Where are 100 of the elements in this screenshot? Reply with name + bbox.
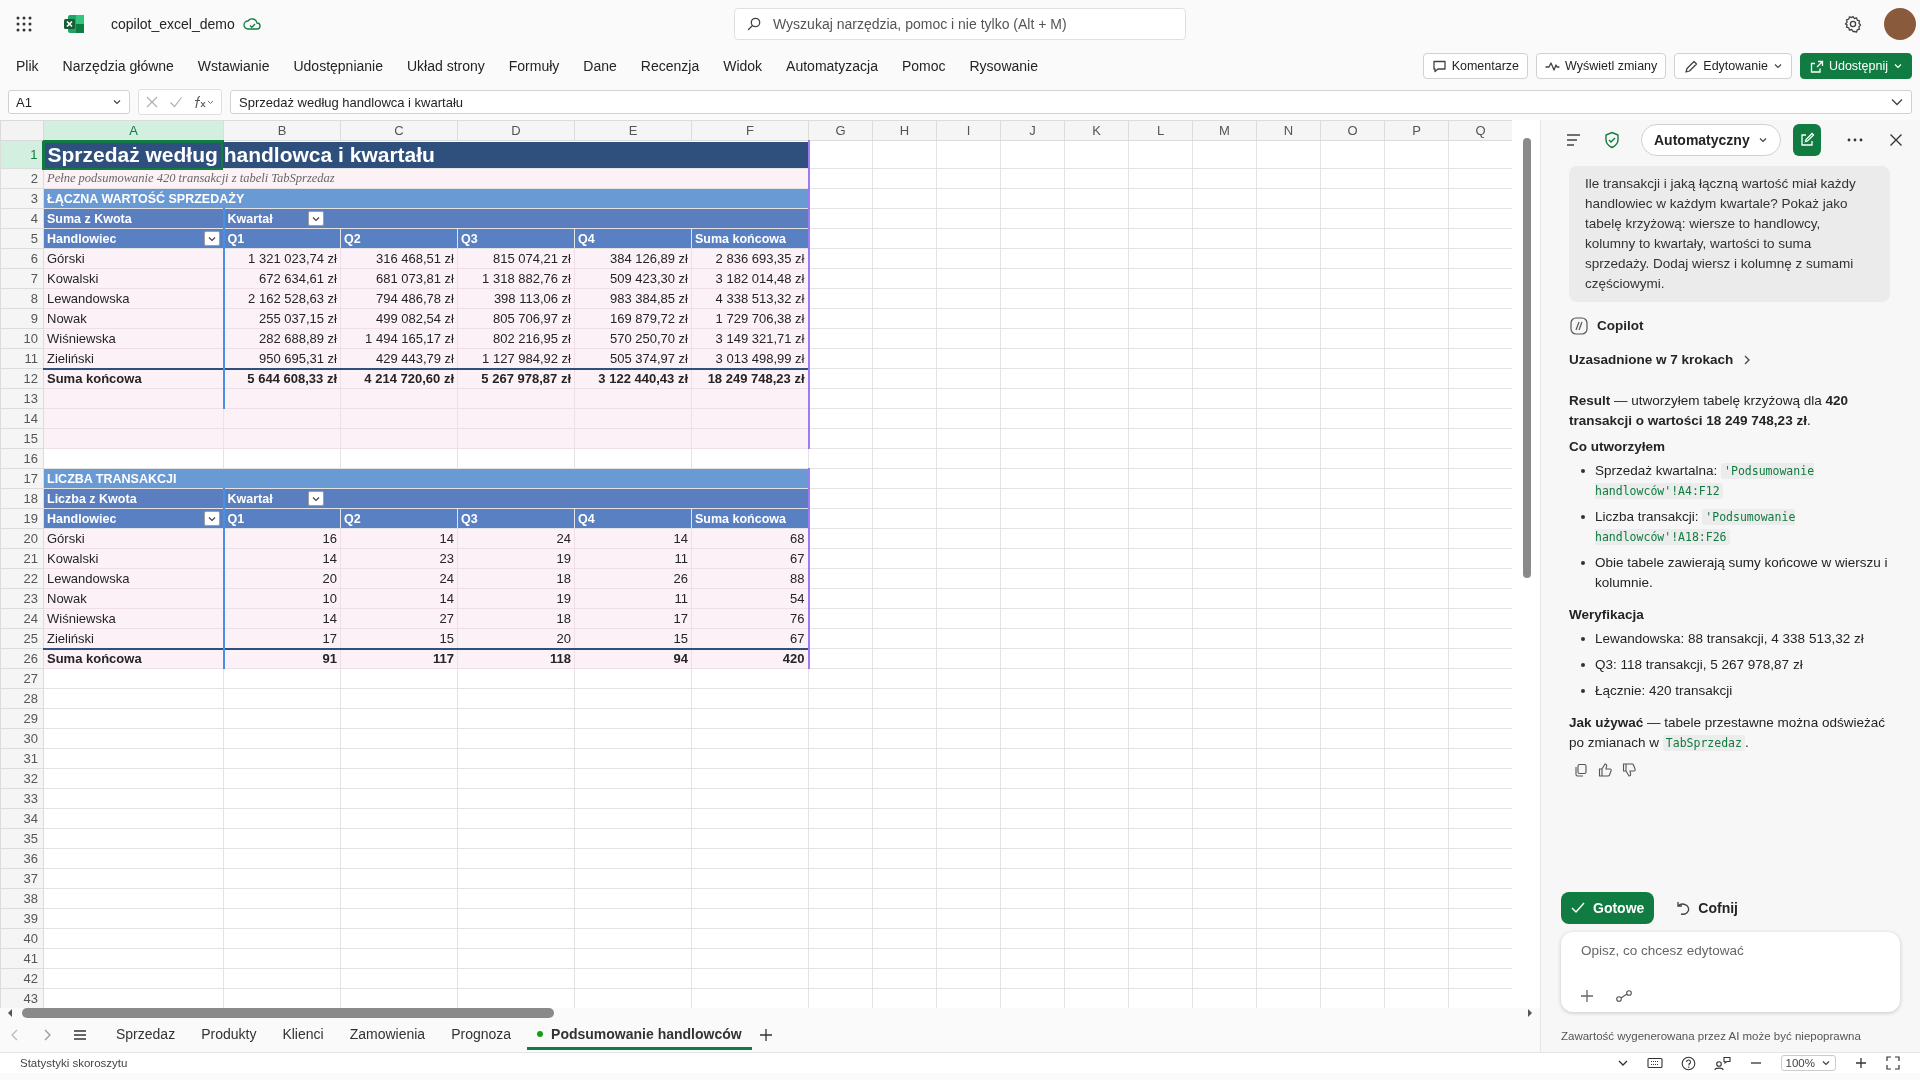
scroll-left-icon[interactable] — [6, 1008, 14, 1018]
row-header[interactable]: 16 — [0, 448, 44, 469]
prompt-input[interactable]: Opisz, co chcesz edytować — [1579, 942, 1882, 959]
ribbon-tab[interactable]: Pomoc — [895, 52, 952, 80]
row-header[interactable]: 9 — [0, 308, 44, 329]
column-header[interactable]: O — [1320, 120, 1385, 141]
column-header[interactable]: N — [1256, 120, 1321, 141]
row-header[interactable]: 30 — [0, 728, 44, 749]
scrollbar-thumb[interactable] — [22, 1008, 554, 1018]
row-header[interactable]: 29 — [0, 708, 44, 729]
fullscreen-icon[interactable] — [1886, 1056, 1900, 1070]
row-header[interactable]: 6 — [0, 248, 44, 269]
row-header[interactable]: 26 — [0, 648, 44, 669]
column-header[interactable]: B — [223, 120, 341, 141]
workbook-statistics-link[interactable]: Statystyki skoroszytu — [20, 1057, 128, 1069]
changes-button[interactable]: Wyświetl zmiany — [1536, 53, 1667, 79]
sheet-tab[interactable]: Klienci — [272, 1020, 334, 1050]
keyboard-icon[interactable] — [1646, 1057, 1663, 1069]
row-header[interactable]: 17 — [0, 468, 44, 489]
row-header[interactable]: 42 — [0, 968, 44, 989]
row-header[interactable]: 20 — [0, 528, 44, 549]
zoom-in-icon[interactable] — [1854, 1056, 1868, 1070]
row-header[interactable]: 21 — [0, 548, 44, 569]
ribbon-tab[interactable]: Recenzja — [634, 52, 706, 80]
thumbs-up-icon[interactable] — [1598, 763, 1612, 777]
zoom-dropdown[interactable]: 100% — [1780, 1055, 1836, 1071]
column-header[interactable]: A — [43, 120, 224, 141]
sheet-tab[interactable]: Prognoza — [441, 1020, 522, 1050]
sheet-tab[interactable]: Podsumowanie handlowców — [527, 1020, 752, 1050]
column-header[interactable]: M — [1192, 120, 1257, 141]
column-header[interactable]: G — [808, 120, 873, 141]
app-launcher-icon[interactable] — [15, 15, 33, 33]
editing-button[interactable]: Edytowanie — [1674, 53, 1792, 79]
row-header[interactable]: 10 — [0, 328, 44, 349]
sheet-tab[interactable]: Zamowienia — [339, 1020, 436, 1050]
row-header[interactable]: 38 — [0, 888, 44, 909]
column-header[interactable]: Q — [1448, 120, 1512, 141]
column-header[interactable]: E — [574, 120, 692, 141]
column-header[interactable]: P — [1384, 120, 1449, 141]
filter-dropdown-button[interactable] — [203, 511, 220, 526]
column-header[interactable]: H — [872, 120, 937, 141]
row-header[interactable]: 43 — [0, 988, 44, 1008]
help-icon[interactable] — [1680, 1055, 1696, 1071]
row-header[interactable]: 12 — [0, 368, 44, 389]
row-header[interactable]: 34 — [0, 808, 44, 829]
column-header[interactable]: I — [936, 120, 1001, 141]
chevron-down-icon[interactable] — [1616, 1058, 1629, 1068]
file-name[interactable]: copilot_excel_demo — [111, 16, 235, 32]
copy-icon[interactable] — [1574, 763, 1588, 777]
column-header[interactable]: L — [1128, 120, 1193, 141]
settings-icon[interactable] — [1844, 15, 1862, 33]
row-header[interactable]: 19 — [0, 508, 44, 529]
row-header[interactable]: 41 — [0, 948, 44, 969]
ribbon-tab[interactable]: Formuły — [502, 52, 566, 80]
row-header[interactable]: 32 — [0, 768, 44, 789]
column-header[interactable]: K — [1064, 120, 1129, 141]
ribbon-tab[interactable]: Automatyzacja — [780, 52, 884, 80]
row-header[interactable]: 18 — [0, 488, 44, 509]
sheet-tab[interactable]: Produkty — [191, 1020, 267, 1050]
ribbon-tab[interactable]: Wstawianie — [191, 52, 276, 80]
row-header[interactable]: 36 — [0, 848, 44, 869]
row-header[interactable]: 23 — [0, 588, 44, 609]
row-header[interactable]: 2 — [0, 168, 44, 189]
add-sheet-icon[interactable] — [757, 1027, 774, 1043]
formula-input[interactable]: Sprzedaż według handlowca i kwartału — [230, 90, 1912, 114]
comments-button[interactable]: Komentarze — [1422, 53, 1529, 79]
filter-dropdown-button[interactable] — [203, 231, 220, 246]
row-header[interactable]: 31 — [0, 748, 44, 769]
done-button[interactable]: Gotowe — [1561, 892, 1655, 924]
steps-link[interactable]: Uzasadnione w 7 krokach — [1569, 352, 1752, 367]
share-button[interactable]: Udostępnij — [1799, 53, 1912, 79]
row-header[interactable]: 28 — [0, 688, 44, 709]
row-header[interactable]: 13 — [0, 388, 44, 409]
filter-dropdown-button[interactable] — [307, 491, 324, 506]
search-field[interactable]: Wyszukaj narzędzia, pomoc i nie tylko (Alt + M) — [734, 8, 1186, 40]
filter-dropdown-button[interactable] — [307, 211, 324, 226]
enter-check-icon[interactable] — [169, 95, 183, 109]
feedback-icon[interactable] — [1713, 1055, 1731, 1071]
close-icon[interactable] — [1888, 133, 1903, 147]
menu-icon[interactable] — [72, 1028, 88, 1042]
link-nodes-icon[interactable] — [1615, 989, 1633, 1003]
ribbon-tab[interactable]: Plik — [10, 52, 45, 80]
edit-mode-button[interactable] — [1792, 124, 1821, 156]
row-header[interactable]: 8 — [0, 288, 44, 309]
row-header[interactable]: 37 — [0, 868, 44, 889]
spreadsheet-logo-icon[interactable] — [63, 14, 85, 34]
active-cell-outline[interactable] — [42, 141, 223, 170]
row-header[interactable]: 4 — [0, 208, 44, 229]
ribbon-tab[interactable]: Narzędzia główne — [56, 52, 180, 80]
more-options-icon[interactable] — [1846, 138, 1863, 142]
row-header[interactable]: 25 — [0, 628, 44, 649]
ribbon-tab[interactable]: Układ strony — [400, 52, 491, 80]
scroll-right-icon[interactable] — [1526, 1008, 1534, 1018]
search-input[interactable]: Wyszukaj narzędzia, pomoc i nie tylko (Alt + M) — [771, 15, 1173, 33]
sheet-tab[interactable]: Sprzedaz — [106, 1020, 186, 1050]
ribbon-tab[interactable]: Rysowanie — [963, 52, 1044, 80]
expand-caret-icon[interactable] — [1891, 97, 1903, 107]
column-header[interactable]: D — [457, 120, 575, 141]
name-box[interactable]: A1 — [8, 90, 130, 114]
row-header[interactable]: 7 — [0, 268, 44, 289]
